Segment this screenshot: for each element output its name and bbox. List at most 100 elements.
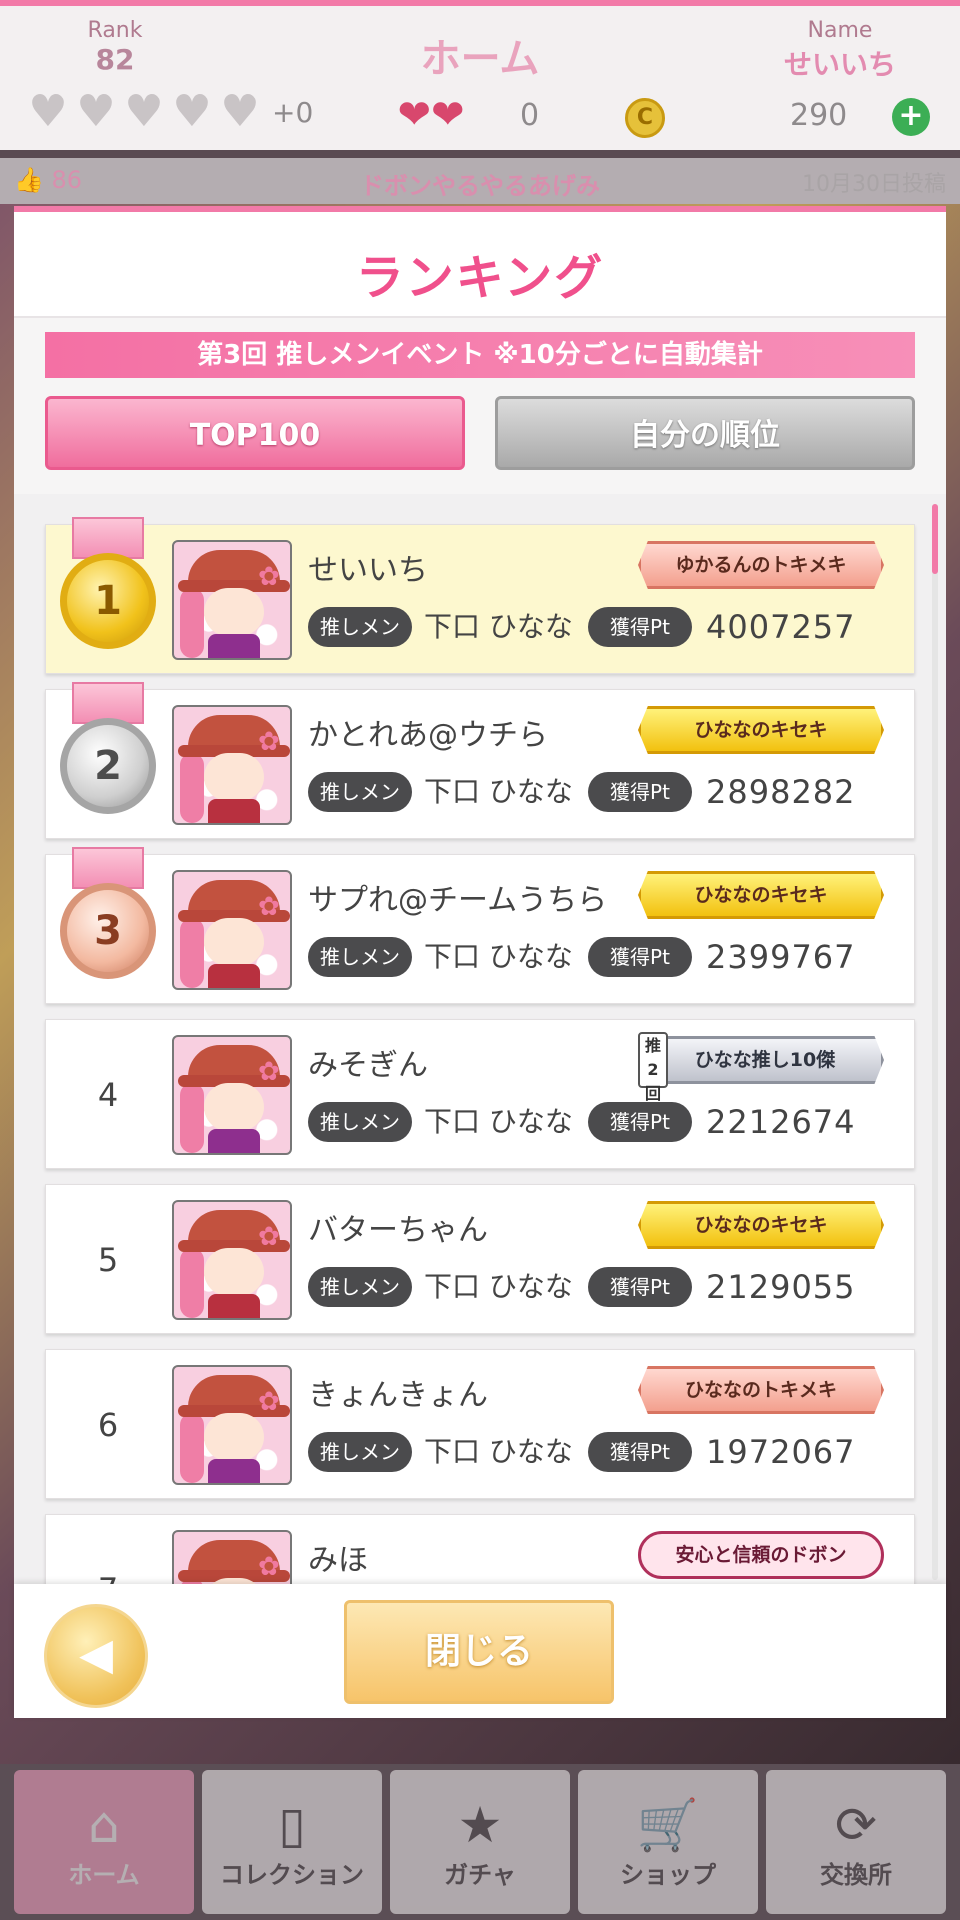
avatar: ✿ [172,705,292,825]
nav-home[interactable]: ⌂ ホーム [14,1770,194,1914]
points-label: 獲得Pt [588,1102,692,1142]
ranking-list[interactable]: 1 ✿ せいいち ゆかるんのトキメキ 推しメン 下口 ひなな 獲得Pt 4007… [14,494,946,1584]
rank-display: Rank 82 [60,18,170,76]
top-status-bar: Rank 82 ホーム Name せいいち ♥ ♥ ♥ ♥ ♥ +0 ❤❤ 0 … [0,0,960,150]
modal-footer: ◀ 閉じる [14,1584,946,1718]
add-coin-button[interactable]: + [892,98,930,136]
ranking-row[interactable]: 7 ✿ みほ 安心と信頼のドボン [45,1514,915,1584]
triangle-left-icon: ◀ [79,1629,113,1680]
avatar: ✿ [172,1035,292,1155]
silver-medal-icon: 2 [60,718,156,814]
oshi-label: 推しメン [308,1267,412,1307]
ranking-row[interactable]: 4 ✿ みそぎん ひなな推し10傑 推2回 推しメン 下口 ひなな 獲得Pt 2… [45,1019,915,1169]
player-name: きょんきょん [308,1378,488,1413]
points-value: 1972067 [706,1433,856,1471]
oshi-name: 下口 ひなな [424,610,573,643]
heart-icon: ♥ [220,86,260,137]
heart-icon: ♥ [124,86,164,137]
nav-shop[interactable]: 🛒 ショップ [578,1770,758,1914]
title-badge: ひなな推し10傑 [646,1036,884,1084]
oshi-label: 推しメン [308,607,412,647]
ranking-row[interactable]: 2 ✿ かとれあ@ウチら ひななのキセキ 推しメン 下口 ひなな 獲得Pt 28… [45,682,915,839]
player-name: せいいち [308,553,428,588]
ranking-modal: ランキング 第3回 推しメンイベント ※10分ごとに自動集計 TOP100 自分… [14,206,946,1718]
points-value: 2129055 [706,1268,856,1306]
tab-top100[interactable]: TOP100 [45,396,465,470]
player-name: サプれ@チームうちら [308,883,608,918]
rank-number: 7 [46,1515,170,1584]
avatar: ✿ [172,540,292,660]
event-banner: 第3回 推しメンイベント ※10分ごとに自動集計 [45,332,915,378]
oshi-name: 下口 ひなな [424,1435,573,1468]
post-date: 10月30日投稿 [802,172,946,197]
title-badge: ひななのトキメキ [638,1366,884,1414]
bottom-nav: ⌂ ホーム ▯ コレクション ★ ガチャ 🛒 ショップ ⟳ 交換所 [0,1764,960,1920]
flower-icon: ✿ [258,727,280,757]
points-label: 獲得Pt [588,1432,692,1472]
flower-icon: ✿ [258,1057,280,1087]
nav-gacha-label: ガチャ [444,1860,516,1889]
title-badge: ひななのキセキ [638,871,884,919]
oshi-label: 推しメン [308,772,412,812]
oshi-name: 下口 ひなな [424,940,573,973]
nav-exchange[interactable]: ⟳ 交換所 [766,1770,946,1914]
points-label: 獲得Pt [588,1267,692,1307]
oshi-label: 推しメン [308,1102,412,1142]
player-name: みそぎん [308,1048,428,1083]
nav-collection[interactable]: ▯ コレクション [202,1770,382,1914]
name-label: Name [807,18,873,43]
exchange-icon: ⟳ [835,1795,877,1854]
oshi-label: 推しメン [308,1432,412,1472]
ranking-row[interactable]: 5 ✿ バターちゃん ひななのキセキ 推しメン 下口 ひなな 獲得Pt 2129… [45,1184,915,1334]
double-heart-icon: ❤❤ [397,92,465,138]
like-count: 👍 86 [14,166,83,194]
heart-icon: ♥ [76,86,116,137]
points-label: 獲得Pt [588,937,692,977]
coin-count: 290 [790,98,848,133]
title-badge: ひななのキセキ [638,706,884,754]
nav-shop-label: ショップ [620,1860,716,1889]
home-icon: ⌂ [88,1795,120,1854]
flower-icon: ✿ [258,892,280,922]
title-badge: ゆかるんのトキメキ [638,541,884,589]
coin-icon: C [625,98,665,138]
nav-exchange-label: 交換所 [820,1860,892,1889]
points-value: 4007257 [706,608,856,646]
modal-title: ランキング [355,250,605,306]
name-display: Name せいいち [760,18,920,83]
avatar: ✿ [172,1530,292,1584]
points-value: 2399767 [706,938,856,976]
gem-count: 0 [520,98,540,133]
oshi-name: 下口 ひなな [424,1270,573,1303]
flower-icon: ✿ [258,1222,280,1252]
ranking-row[interactable]: 6 ✿ きょんきょん ひななのトキメキ 推しメン 下口 ひなな 獲得Pt 197… [45,1349,915,1499]
ranking-row[interactable]: 3 ✿ サプれ@チームうちら ひななのキセキ 推しメン 下口 ひなな 獲得Pt … [45,847,915,1004]
title-badge: 安心と信頼のドボン [638,1531,884,1579]
points-label: 獲得Pt [588,607,692,647]
close-button[interactable]: 閉じる [344,1600,614,1704]
like-count-value: 86 [51,166,83,194]
back-button[interactable]: ◀ [44,1604,148,1708]
rank-number: 5 [97,1241,119,1279]
oshi-name: 下口 ひなな [424,1105,573,1138]
gold-medal-icon: 1 [60,553,156,649]
points-value: 2212674 [706,1103,856,1141]
avatar: ✿ [172,1365,292,1485]
flower-icon: ✿ [258,562,280,592]
player-name: みほ [308,1543,368,1578]
ranking-row[interactable]: 1 ✿ せいいち ゆかるんのトキメキ 推しメン 下口 ひなな 獲得Pt 4007… [45,517,915,674]
bronze-medal-icon: 3 [60,883,156,979]
rank-number: 4 [97,1076,119,1114]
oshi-count-mark: 推2回 [638,1032,668,1103]
points-label: 獲得Pt [588,772,692,812]
player-name: バターちゃん [308,1213,488,1248]
rank-number: 6 [97,1406,119,1444]
scroll-thumb[interactable] [932,504,938,574]
points-value: 2898282 [706,773,856,811]
title-badge: ひななのキセキ [638,1201,884,1249]
avatar: ✿ [172,1200,292,1320]
player-name: かとれあ@ウチら [308,718,548,753]
nav-gacha[interactable]: ★ ガチャ [390,1770,570,1914]
scrollbar[interactable] [932,504,938,1580]
tab-my-rank[interactable]: 自分の順位 [495,396,915,470]
